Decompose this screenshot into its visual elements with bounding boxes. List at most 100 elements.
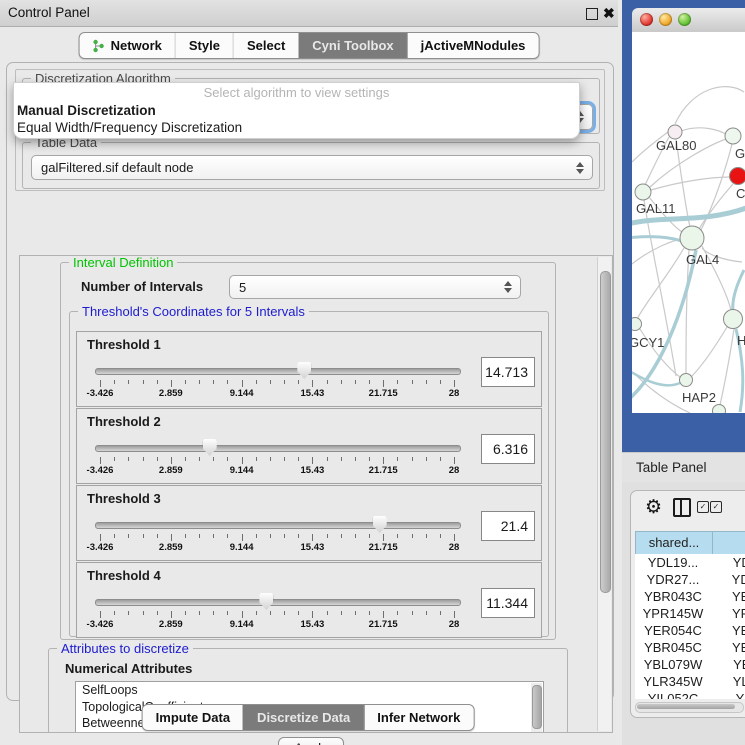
slider-tick-label: 28 xyxy=(431,388,477,399)
table-row[interactable]: YBR043CYBR0 xyxy=(635,588,745,605)
close-traffic-light[interactable] xyxy=(640,13,653,26)
threshold-value-field[interactable]: 6.316 xyxy=(481,434,535,464)
slider-tick xyxy=(128,380,129,384)
dropdown-item-manual-discretization[interactable]: Manual Discretization xyxy=(16,103,577,119)
slider-tick xyxy=(100,534,101,541)
tab-jactivemnodules[interactable]: jActiveMNodules xyxy=(407,33,539,58)
table-row[interactable]: YDR27...YDR2 xyxy=(635,571,745,588)
apply-button[interactable]: Apply xyxy=(278,737,344,745)
slider-tick xyxy=(100,457,101,464)
slider-handle[interactable] xyxy=(203,439,217,456)
vertical-scrollbar[interactable] xyxy=(597,257,611,731)
table-cell: YER054C xyxy=(635,622,711,639)
slider-tick xyxy=(114,534,115,538)
split-columns-icon[interactable] xyxy=(673,498,691,517)
tab-style[interactable]: Style xyxy=(175,33,233,58)
close-icon[interactable]: ✖ xyxy=(603,4,615,22)
table-row[interactable]: YDL19...YDL1 xyxy=(635,554,745,571)
network-edge[interactable] xyxy=(632,239,682,264)
network-edge[interactable] xyxy=(686,250,689,374)
slider-tick xyxy=(114,457,115,461)
tab-select[interactable]: Select xyxy=(233,33,298,58)
minimize-traffic-light[interactable] xyxy=(659,13,672,26)
threshold-label: Threshold 2 xyxy=(87,414,161,429)
table-row[interactable]: YLR345WYLR3 xyxy=(635,673,745,690)
table-row[interactable]: YBR045CYBR0 xyxy=(635,639,745,656)
zoom-traffic-light[interactable] xyxy=(678,13,691,26)
network-node[interactable] xyxy=(713,405,726,414)
tab-cyni-toolbox[interactable]: Cyni Toolbox xyxy=(298,33,406,58)
table-row[interactable]: YPR145WYPR1 xyxy=(635,605,745,622)
checkbox-icon[interactable]: ✓ xyxy=(697,501,709,513)
slider-track[interactable] xyxy=(95,599,461,606)
table-column-header[interactable]: shared... xyxy=(635,531,713,555)
slider-tick xyxy=(426,611,427,615)
list-scrollbar[interactable] xyxy=(531,683,542,733)
settings-scroll-area: Interval Definition Number of Intervals … xyxy=(19,255,613,733)
network-edge[interactable] xyxy=(632,237,684,242)
horizontal-scrollbar[interactable] xyxy=(635,702,744,713)
slider-tick-label: 28 xyxy=(431,465,477,476)
network-node-gal80[interactable] xyxy=(668,125,682,139)
bottom-tabbar: Impute DataDiscretize DataInfer Network xyxy=(142,704,475,731)
network-node-gal4[interactable] xyxy=(680,226,704,250)
network-node-hap2[interactable] xyxy=(680,374,693,387)
network-edge[interactable] xyxy=(733,270,744,311)
bottom-tab-infer-network[interactable]: Infer Network xyxy=(363,705,473,730)
slider-tick-label: 15.43 xyxy=(289,542,335,553)
network-node-gal11[interactable] xyxy=(635,184,651,200)
threshold-value-field[interactable]: 14.713 xyxy=(481,357,535,387)
settings-gear-icon[interactable]: ⚙ xyxy=(645,495,662,519)
number-of-intervals-select[interactable]: 5 xyxy=(229,275,521,299)
slider-track[interactable] xyxy=(95,445,461,452)
table-column-header[interactable]: n xyxy=(712,531,745,555)
network-node-h[interactable] xyxy=(724,310,743,329)
table-row[interactable]: YBL079WYBL0 xyxy=(635,656,745,673)
threshold-row: Threshold 2 -3.4262.8599.14415.4321.71528… xyxy=(76,408,542,484)
threshold-slider[interactable]: -3.4262.8599.14415.4321.71528 xyxy=(95,516,459,556)
network-canvas[interactable]: GAL80GAL11GAL4GCY1HHAP2GAC xyxy=(632,32,745,413)
bottom-tab-discretize-data[interactable]: Discretize Data xyxy=(243,705,363,730)
slider-tick-label: 2.859 xyxy=(148,619,194,630)
slider-tick xyxy=(143,380,144,384)
slider-handle[interactable] xyxy=(259,593,273,610)
float-window-icon[interactable] xyxy=(586,8,598,20)
attribute-list-item[interactable]: SelfLoops xyxy=(76,682,543,699)
network-edge[interactable] xyxy=(681,128,727,135)
table-data-select[interactable]: galFiltered.sif default node xyxy=(31,155,593,180)
dropdown-item-equal-width-frequency[interactable]: Equal Width/Frequency Discretization xyxy=(16,120,577,136)
table-body: YDL19...YDL1YDR27...YDR2YBR043CYBR0YPR14… xyxy=(635,554,745,699)
bottom-tab-impute-data[interactable]: Impute Data xyxy=(143,705,243,730)
network-edge[interactable] xyxy=(637,248,684,319)
network-edge[interactable] xyxy=(632,370,680,385)
network-node[interactable] xyxy=(730,168,745,185)
tab-network[interactable]: Network xyxy=(80,33,175,58)
slider-tick xyxy=(227,611,228,615)
threshold-value-field[interactable]: 11.344 xyxy=(481,588,535,618)
slider-tick-label: 21.715 xyxy=(360,542,406,553)
list-scrollbar-thumb[interactable] xyxy=(532,685,542,729)
number-of-intervals-value: 5 xyxy=(239,280,246,295)
cyni-toolbox-panel: Discretization Algorithm Table Data galF… xyxy=(6,62,614,701)
checkbox-icon[interactable]: ✓ xyxy=(710,501,722,513)
network-edge[interactable] xyxy=(720,329,734,405)
horizontal-scrollbar-thumb[interactable] xyxy=(637,704,735,709)
vertical-scrollbar-thumb[interactable] xyxy=(600,271,611,593)
slider-handle[interactable] xyxy=(373,516,387,533)
network-node[interactable] xyxy=(725,128,741,144)
threshold-slider[interactable]: -3.4262.8599.14415.4321.71528 xyxy=(95,593,459,633)
network-node-gcy1[interactable] xyxy=(632,318,642,331)
slider-handle[interactable] xyxy=(297,362,311,379)
threshold-slider[interactable]: -3.4262.8599.14415.4321.71528 xyxy=(95,439,459,479)
table-row[interactable]: YER054CYER0 xyxy=(635,622,745,639)
threshold-value-field[interactable]: 21.4 xyxy=(481,511,535,541)
network-edge[interactable] xyxy=(691,327,727,377)
slider-track[interactable] xyxy=(95,522,461,529)
slider-track[interactable] xyxy=(95,368,461,375)
network-edge[interactable] xyxy=(675,87,744,124)
top-tabbar: NetworkStyleSelectCyni ToolboxjActiveMNo… xyxy=(79,32,540,59)
table-row[interactable]: YIL052CYIL0 xyxy=(635,690,745,699)
network-window-titlebar[interactable] xyxy=(632,8,745,33)
threshold-slider[interactable]: -3.4262.8599.14415.4321.71528 xyxy=(95,362,459,402)
slider-tick xyxy=(397,611,398,615)
